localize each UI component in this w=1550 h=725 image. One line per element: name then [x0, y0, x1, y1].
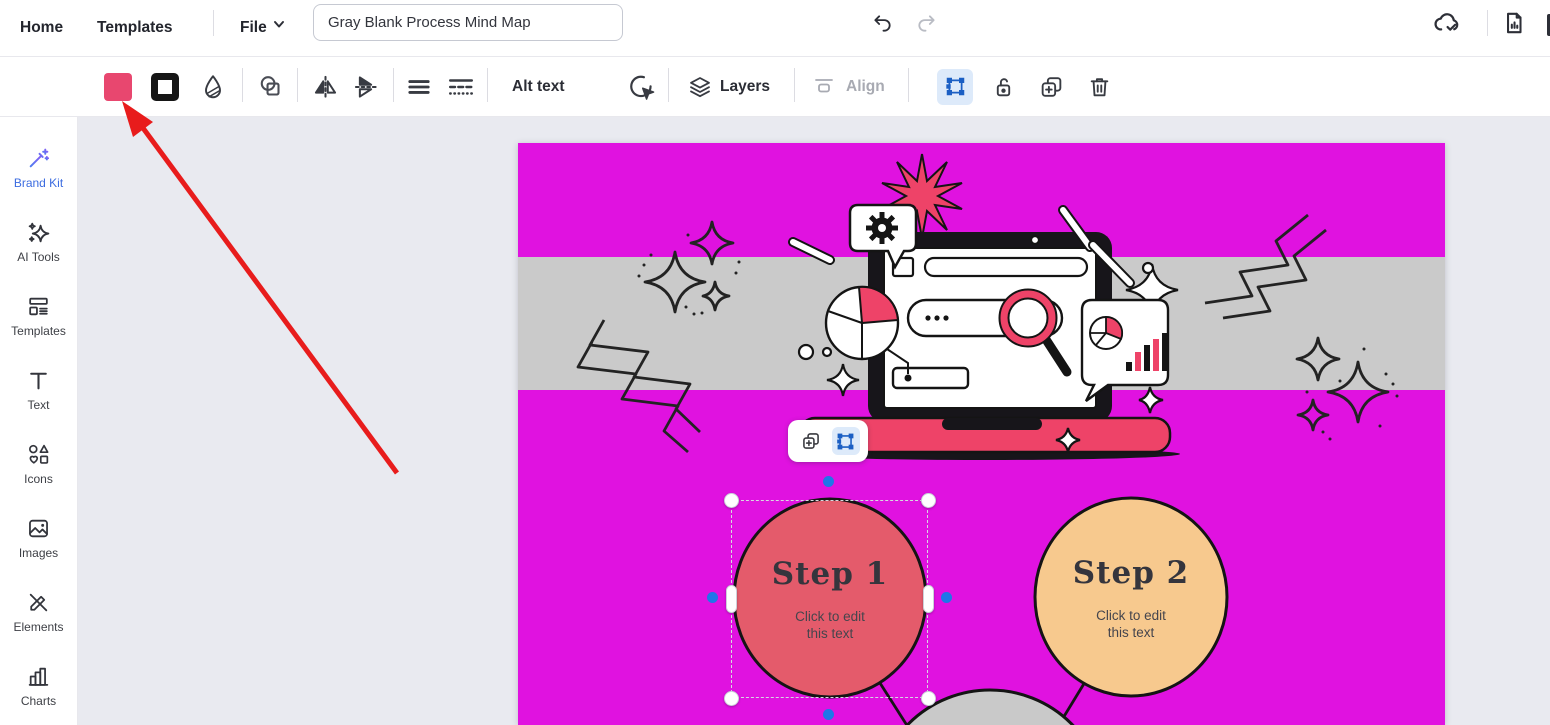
toolbar-divider [242, 68, 243, 102]
unlock-icon[interactable] [991, 74, 1016, 99]
toolbar-divider [297, 68, 298, 102]
templates-icon [26, 294, 51, 319]
nav-divider [1487, 10, 1488, 36]
group-button-active[interactable] [937, 69, 973, 105]
charts-icon [26, 664, 51, 689]
selection-handle-ne[interactable] [921, 493, 936, 508]
nav-divider [213, 10, 214, 36]
chevron-down-icon[interactable] [270, 15, 288, 33]
sidebar-item-label: Images [19, 546, 58, 560]
mini-duplicate-button[interactable] [797, 427, 825, 455]
nav-home[interactable]: Home [20, 19, 63, 37]
border-style-icon[interactable] [446, 74, 476, 100]
elements-icon [26, 590, 51, 615]
node-step1[interactable]: Step 1 Click to edit this text [734, 499, 926, 697]
step1-label[interactable]: Step 1 [772, 556, 888, 592]
sidebar-item-charts[interactable]: Charts [0, 649, 77, 723]
document-title-input[interactable] [313, 4, 623, 41]
step2-body-line1[interactable]: Click to edit [1096, 608, 1166, 623]
add-node-dot-left[interactable] [707, 592, 718, 603]
sidebar-item-label: Charts [21, 694, 56, 708]
toolbar-divider [668, 68, 669, 102]
images-icon [26, 516, 51, 541]
add-node-dot-bottom[interactable] [823, 709, 834, 720]
add-node-dot-right[interactable] [941, 592, 952, 603]
top-navbar: Home Templates File [0, 0, 1550, 57]
sidebar-item-label: Brand Kit [14, 176, 63, 190]
line-weight-icon[interactable] [406, 74, 432, 100]
context-toolbar: Alt text Layers Align [0, 57, 1550, 117]
node-step2[interactable]: Step 2 Click to edit this text [1035, 498, 1227, 696]
mini-group-button[interactable] [832, 427, 860, 455]
selection-handle-se[interactable] [921, 691, 936, 706]
selection-handle-sw[interactable] [724, 691, 739, 706]
alt-text-label: Alt text [512, 78, 565, 96]
selection-handle-nw[interactable] [724, 493, 739, 508]
step2-label[interactable]: Step 2 [1073, 555, 1189, 591]
nav-templates[interactable]: Templates [97, 19, 173, 37]
sidebar-item-icons[interactable]: Icons [0, 427, 77, 501]
sidebar-item-text[interactable]: Text [0, 353, 77, 427]
add-node-dot-top[interactable] [823, 476, 834, 487]
sidebar-item-images[interactable]: Images [0, 501, 77, 575]
toolbar-divider [794, 68, 795, 102]
sidebar-item-elements[interactable]: Elements [0, 575, 77, 649]
trash-icon[interactable] [1087, 74, 1112, 99]
step1-body-line1[interactable]: Click to edit [795, 609, 865, 624]
align-label: Align [846, 78, 885, 96]
border-color-swatch[interactable] [151, 73, 179, 101]
left-rail: Brand Kit AI Tools Templates Text Icons [0, 117, 78, 725]
step2-body-line2[interactable]: this text [1108, 625, 1155, 640]
report-download-icon[interactable] [1500, 9, 1528, 37]
gear-icon [866, 212, 898, 244]
file-menu[interactable]: File [240, 19, 267, 37]
sidebar-item-label: AI Tools [17, 250, 59, 264]
flip-horizontal-icon[interactable] [312, 73, 339, 100]
sidebar-item-templates[interactable]: Templates [0, 279, 77, 353]
border-color-swatch-chip[interactable] [151, 73, 179, 101]
sidebar-item-label: Templates [11, 324, 66, 338]
toolbar-divider [908, 68, 909, 102]
design-canvas[interactable]: Step 1 Click to edit this text Step 2 Cl… [518, 143, 1445, 725]
redo-icon[interactable] [912, 9, 940, 37]
brand-kit-wand-icon [26, 146, 51, 171]
align-button[interactable]: Align [812, 75, 885, 99]
fill-color-swatch-chip[interactable] [104, 73, 132, 101]
opacity-icon[interactable] [200, 73, 226, 101]
toolbar-divider [487, 68, 488, 102]
step1-body-line2[interactable]: this text [807, 626, 854, 641]
icons-shapes-icon [26, 442, 51, 467]
selection-handle-w[interactable] [726, 585, 737, 613]
sidebar-item-label: Elements [13, 620, 63, 634]
alt-text-button[interactable]: Alt text [512, 78, 565, 96]
sidebar-item-label: Icons [24, 472, 53, 486]
pie-chart-illustration[interactable] [826, 287, 898, 359]
layers-label: Layers [720, 78, 770, 96]
sidebar-item-label: Text [27, 398, 49, 412]
toolbar-divider [393, 68, 394, 102]
duplicate-icon[interactable] [1039, 74, 1064, 99]
shape-mask-icon[interactable] [256, 72, 286, 102]
text-icon [26, 368, 51, 393]
selection-handle-e[interactable] [923, 585, 934, 613]
sidebar-item-brand-kit[interactable]: Brand Kit [0, 131, 77, 205]
floating-mini-toolbar [788, 420, 868, 462]
stats-doc-bubble[interactable] [1082, 300, 1168, 401]
layers-button[interactable]: Layers [688, 75, 770, 99]
fill-color-swatch[interactable] [104, 73, 132, 101]
sidebar-item-ai-tools[interactable]: AI Tools [0, 205, 77, 279]
ai-sparkles-icon [26, 220, 51, 245]
canvas-artwork: Step 1 Click to edit this text Step 2 Cl… [518, 143, 1445, 725]
cloud-saved-icon[interactable] [1433, 9, 1461, 37]
undo-icon[interactable] [868, 9, 896, 37]
interaction-icon[interactable] [627, 72, 656, 101]
screen-topbar [925, 258, 1087, 276]
workspace[interactable]: Step 1 Click to edit this text Step 2 Cl… [78, 117, 1550, 725]
flip-vertical-icon[interactable] [352, 73, 379, 100]
screen-bottombar [893, 368, 968, 388]
